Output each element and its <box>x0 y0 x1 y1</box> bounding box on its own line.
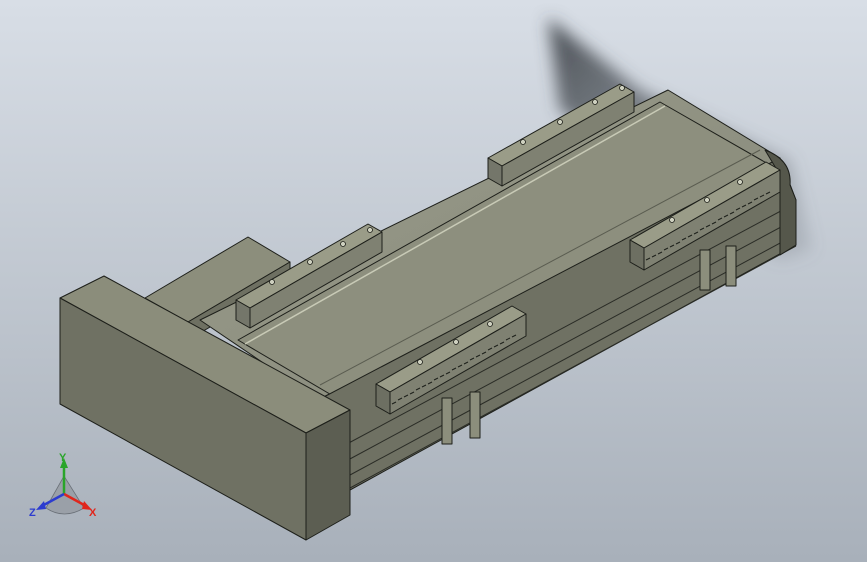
bolt-hole <box>340 241 346 247</box>
bolt-hole <box>619 85 625 91</box>
bolt-hole <box>269 279 275 285</box>
bolt-hole <box>453 339 459 345</box>
bolt-hole <box>592 99 598 105</box>
clamp-left-2 <box>469 391 481 439</box>
bolt-hole <box>307 259 313 265</box>
bolt-hole <box>704 197 710 203</box>
bolt-hole <box>520 139 526 145</box>
graphics-area[interactable]: Y X Z <box>0 0 867 562</box>
bolt-hole <box>417 359 423 365</box>
bolt-hole <box>737 179 743 185</box>
triad-y-label: Y <box>59 452 67 464</box>
bolt-hole <box>557 119 563 125</box>
bolt-hole <box>669 217 675 223</box>
clamp-right-1 <box>699 249 711 291</box>
clamp-right-2 <box>725 245 737 287</box>
triad-x-label: X <box>89 507 97 519</box>
3d-viewport[interactable]: Y X Z <box>0 0 867 562</box>
bolt-hole <box>367 227 373 233</box>
clamp-left-1 <box>441 397 453 445</box>
bolt-hole <box>487 321 493 327</box>
triad-z-label: Z <box>29 507 36 519</box>
